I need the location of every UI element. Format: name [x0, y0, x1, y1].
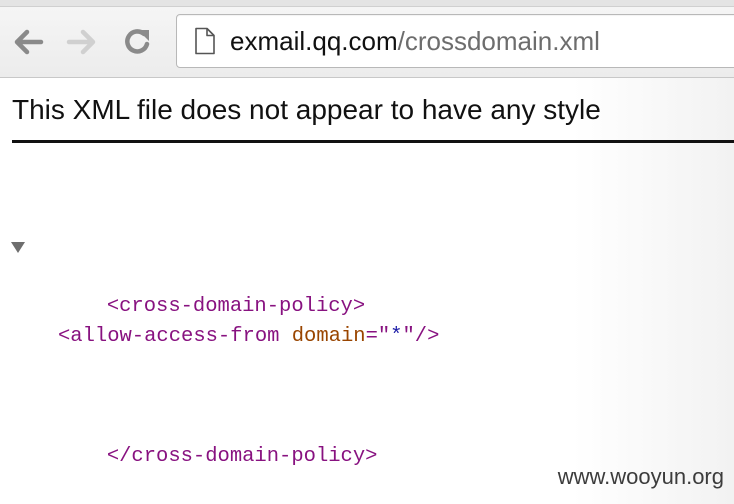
address-bar[interactable]: exmail.qq.com/crossdomain.xml	[176, 14, 734, 68]
xml-attr-value: *	[390, 325, 403, 348]
xml-close-tag: </cross-domain-policy>	[106, 445, 378, 468]
xml-child-tag-start: <allow-access-from	[58, 325, 292, 348]
collapse-triangle-icon[interactable]	[11, 242, 25, 253]
url-path: /crossdomain.xml	[397, 25, 600, 56]
forward-button[interactable]	[64, 24, 100, 60]
url-host: exmail.qq.com	[230, 25, 398, 56]
tab-strip-edge	[0, 0, 734, 7]
xml-tree: <cross-domain-policy> <allow-access-from…	[0, 172, 439, 502]
xml-attr-name: domain	[291, 325, 366, 348]
back-button[interactable]	[10, 24, 46, 60]
arrow-right-icon	[66, 29, 96, 55]
url-text[interactable]: exmail.qq.com/crossdomain.xml	[230, 26, 600, 57]
xml-line-close: </cross-domain-policy>	[0, 412, 439, 468]
browser-toolbar: exmail.qq.com/crossdomain.xml	[0, 0, 734, 78]
xml-child-tag-end: />	[414, 325, 440, 348]
xml-attr-equals: ="	[365, 325, 391, 348]
xml-style-notice: This XML file does not appear to have an…	[12, 94, 601, 125]
document-icon	[192, 25, 218, 57]
watermark: www.wooyun.org	[557, 464, 724, 489]
reload-icon	[125, 29, 150, 54]
page-content: This XML file does not appear to have an…	[0, 78, 734, 504]
xml-attr-close-quote: "	[402, 325, 415, 348]
arrow-left-icon	[14, 29, 44, 55]
xml-line-child: <allow-access-from domain="*"/>	[0, 322, 439, 352]
reload-button[interactable]	[120, 24, 156, 60]
xml-line-open: <cross-domain-policy>	[0, 232, 439, 318]
notice-divider	[12, 140, 734, 143]
xml-open-tag: <cross-domain-policy>	[106, 295, 366, 318]
